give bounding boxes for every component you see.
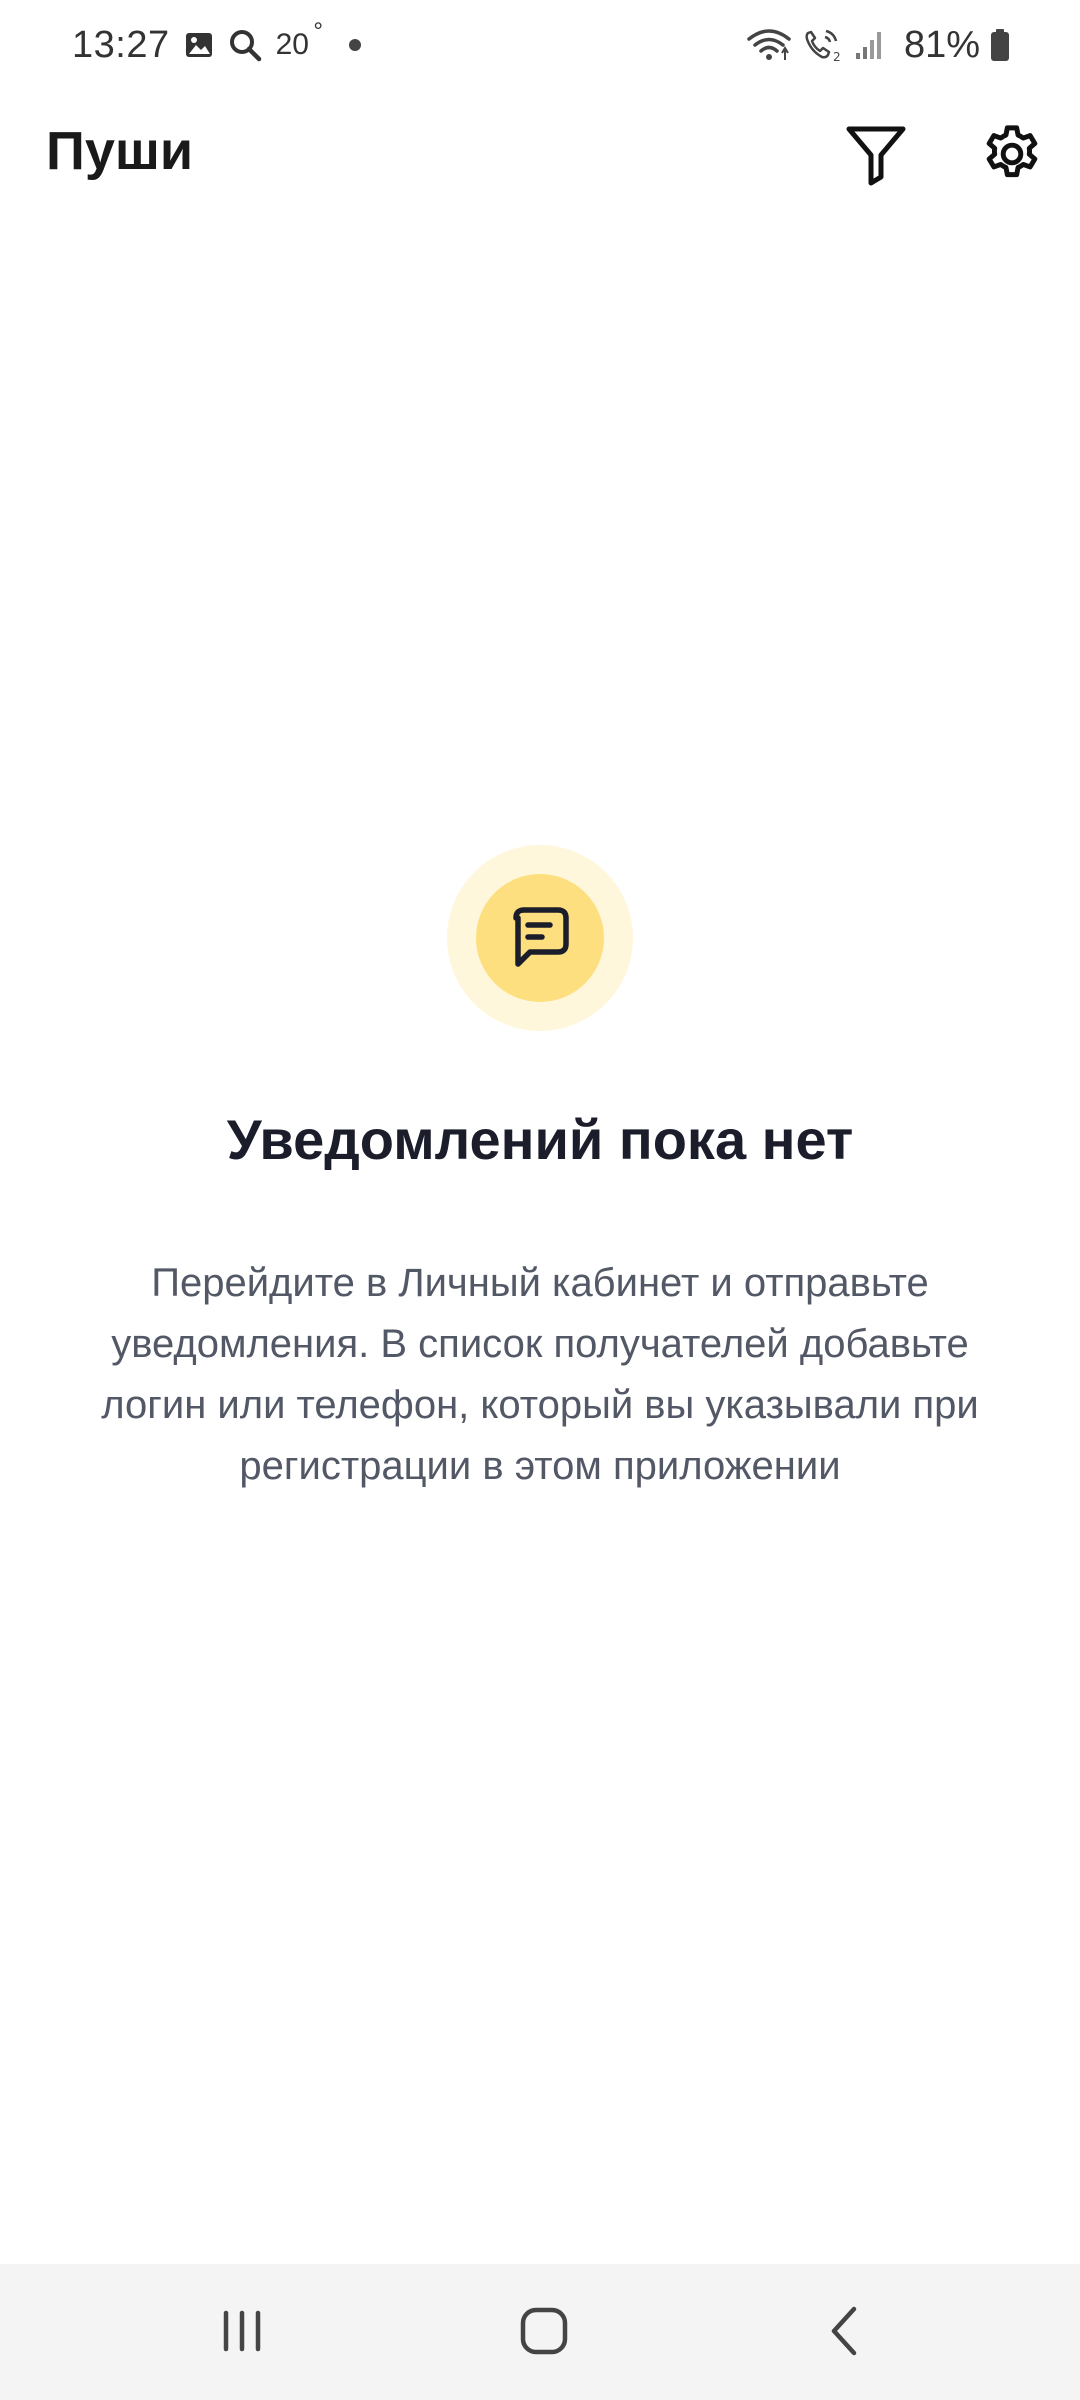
status-temperature: 20 [276,18,324,62]
svg-text:2: 2 [833,50,841,63]
status-time: 13:27 [72,23,170,66]
filter-button[interactable] [836,114,916,194]
back-button[interactable] [796,2286,896,2376]
navigation-bar [0,2264,1080,2400]
app-header: Пуши [0,100,1080,210]
empty-state-title: Уведомлений пока нет [226,1108,854,1171]
status-bar: 13:27 20 ° 2 81% [0,0,1080,90]
settings-button[interactable] [972,114,1052,194]
notification-dot [348,39,361,51]
volte-call-icon: 2 [802,27,844,63]
battery-percentage: 81% [903,23,980,66]
wifi-icon [746,27,792,63]
home-icon [520,2307,568,2355]
empty-state-description: Перейдите в Личный кабинет и отправьте у… [101,1261,979,1488]
chat-message-icon [513,907,569,967]
gallery-icon [184,30,214,60]
settings-gear-icon [986,125,1038,178]
home-button[interactable] [494,2286,594,2376]
recent-apps-icon [223,2310,261,2352]
recent-apps-button[interactable] [192,2286,292,2376]
search-icon [228,28,262,62]
back-icon [831,2306,857,2356]
filter-icon [846,126,906,186]
empty-state-icon-badge [447,845,633,1031]
page-title: Пуши [46,121,194,181]
signal-icon [854,29,884,61]
status-bar-right: 2 81% [746,20,1010,70]
battery-icon [990,28,1010,62]
status-bar-left: 13:27 20 [72,18,361,70]
